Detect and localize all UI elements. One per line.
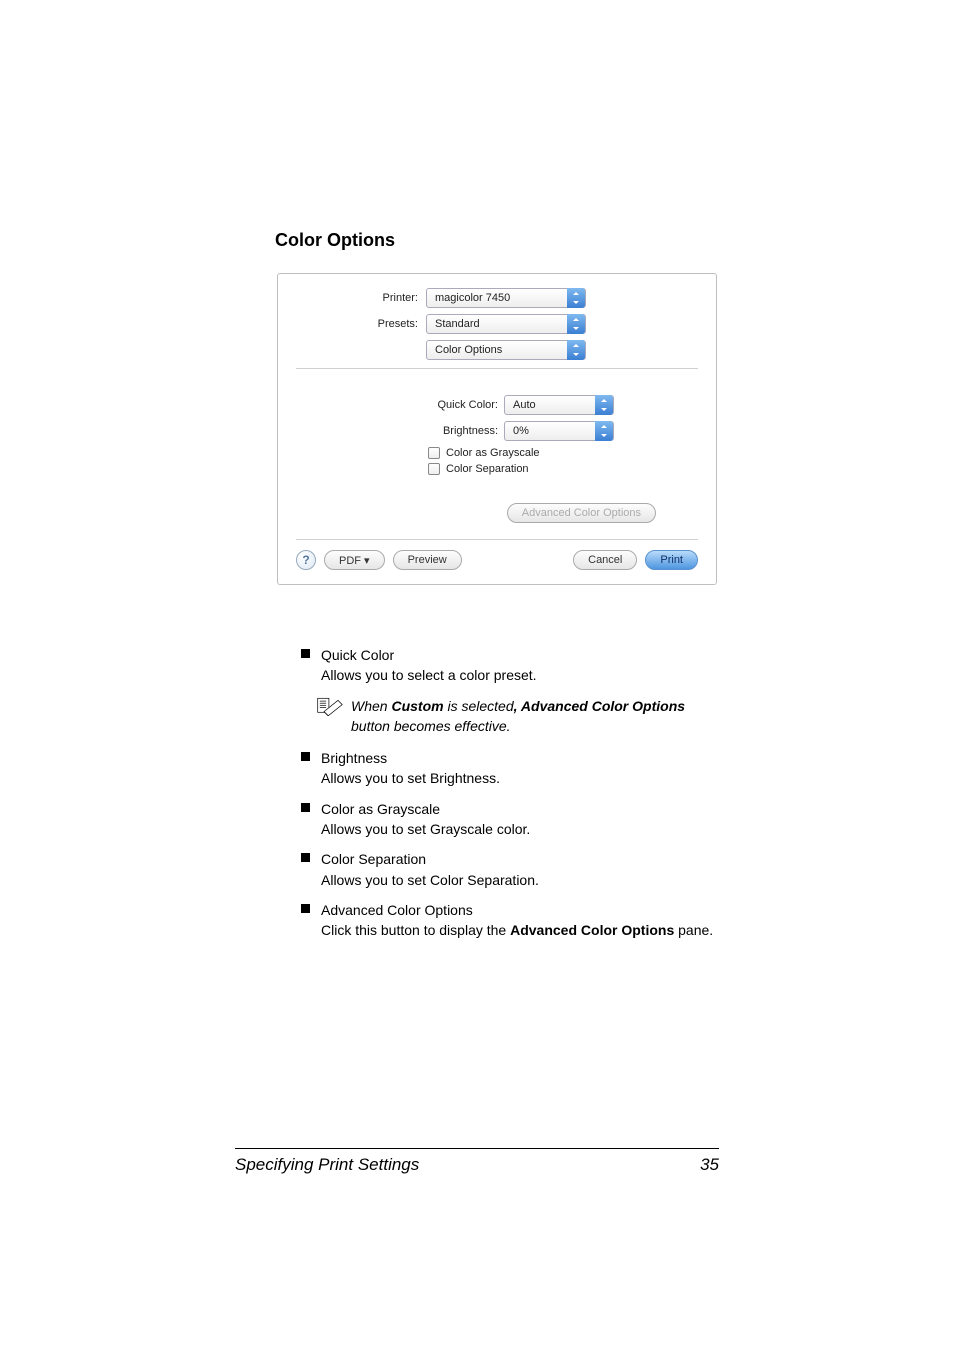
list-item: Quick Color Allows you to select a color… (275, 645, 719, 686)
bullet-desc: Click this button to display the Advance… (321, 920, 719, 940)
divider (296, 539, 698, 540)
presets-value: Standard (435, 318, 480, 330)
page-number: 35 (700, 1155, 719, 1175)
quick-color-label: Quick Color: (428, 399, 504, 411)
pdf-button[interactable]: PDF ▾ (324, 550, 385, 570)
section-title: Color Options (275, 230, 719, 251)
bullet-desc: Allows you to select a color preset. (321, 665, 719, 685)
bullet-desc: Allows you to set Grayscale color. (321, 819, 719, 839)
bullet-desc: Allows you to set Color Separation. (321, 870, 719, 890)
color-separation-label: Color Separation (446, 463, 529, 475)
chevron-updown-icon (567, 340, 585, 360)
presets-select[interactable]: Standard (426, 314, 586, 334)
list-item: Advanced Color Options Click this button… (275, 900, 719, 941)
list-item: Color as Grayscale Allows you to set Gra… (275, 799, 719, 840)
chevron-updown-icon (595, 421, 613, 441)
color-separation-checkbox[interactable]: Color Separation (428, 463, 698, 475)
list-item: Color Separation Allows you to set Color… (275, 849, 719, 890)
bullet-title: Advanced Color Options (321, 900, 719, 920)
bullet-icon (301, 649, 310, 658)
chevron-updown-icon (567, 314, 585, 334)
help-icon[interactable]: ? (296, 550, 316, 570)
divider (296, 368, 698, 369)
footer-title: Specifying Print Settings (235, 1155, 419, 1175)
bullet-desc: Allows you to set Brightness. (321, 768, 719, 788)
bullet-title: Quick Color (321, 645, 719, 665)
page-footer: Specifying Print Settings 35 (235, 1148, 719, 1175)
checkbox-icon (428, 447, 440, 459)
printer-select[interactable]: magicolor 7450 (426, 288, 586, 308)
bullet-title: Color Separation (321, 849, 719, 869)
note-icon (317, 696, 345, 721)
printer-value: magicolor 7450 (435, 292, 510, 304)
bullet-title: Color as Grayscale (321, 799, 719, 819)
list-item: Brightness Allows you to set Brightness. (275, 748, 719, 789)
chevron-updown-icon (567, 288, 585, 308)
note: When Custom is selected, Advanced Color … (275, 696, 719, 737)
cancel-button[interactable]: Cancel (573, 550, 637, 570)
presets-label: Presets: (296, 318, 426, 330)
quick-color-value: Auto (513, 399, 536, 411)
brightness-label: Brightness: (428, 425, 504, 437)
print-dialog: Printer: magicolor 7450 Presets: Standar… (277, 273, 717, 585)
bullet-title: Brightness (321, 748, 719, 768)
pane-value: Color Options (435, 344, 502, 356)
color-as-grayscale-checkbox[interactable]: Color as Grayscale (428, 447, 698, 459)
body-text: Quick Color Allows you to select a color… (275, 645, 719, 941)
preview-button[interactable]: Preview (393, 550, 462, 570)
print-button[interactable]: Print (645, 550, 698, 570)
brightness-value: 0% (513, 425, 529, 437)
bullet-icon (301, 853, 310, 862)
note-text: When Custom is selected, Advanced Color … (351, 698, 685, 734)
color-as-grayscale-label: Color as Grayscale (446, 447, 540, 459)
bullet-icon (301, 752, 310, 761)
footer-rule (235, 1148, 719, 1149)
pane-select[interactable]: Color Options (426, 340, 586, 360)
advanced-color-options-button[interactable]: Advanced Color Options (507, 503, 656, 523)
printer-label: Printer: (296, 292, 426, 304)
bullet-icon (301, 803, 310, 812)
chevron-updown-icon (595, 395, 613, 415)
quick-color-select[interactable]: Auto (504, 395, 614, 415)
checkbox-icon (428, 463, 440, 475)
brightness-select[interactable]: 0% (504, 421, 614, 441)
bullet-icon (301, 904, 310, 913)
